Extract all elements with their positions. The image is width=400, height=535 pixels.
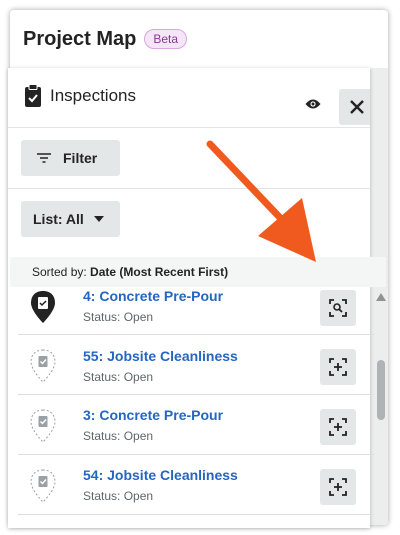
map-pin-outline-icon (30, 349, 56, 383)
zoom-to-location-button[interactable] (320, 290, 356, 326)
place-on-map-button[interactable] (320, 469, 356, 505)
filter-button-label: Filter (63, 150, 98, 166)
zoom-to-location-icon (329, 299, 347, 317)
inspection-title[interactable]: 4: Concrete Pre-Pour (83, 288, 223, 304)
close-button[interactable] (339, 89, 370, 125)
scrollbar-thumb[interactable] (377, 360, 385, 420)
filter-button[interactable]: Filter (21, 140, 120, 176)
filter-icon (37, 153, 51, 163)
place-on-map-icon (329, 418, 347, 436)
map-pin-outline-icon (30, 409, 56, 443)
list-dropdown-label: List: All (33, 211, 84, 227)
inspection-status: Status: Open (83, 489, 154, 503)
inspection-status: Status: Open (83, 310, 154, 324)
beta-badge: Beta (144, 29, 188, 49)
panel-title: Inspections (50, 86, 136, 105)
list-item[interactable]: 4: Concrete Pre-Pour Status: Open (18, 275, 374, 335)
list-item[interactable]: 54: Jobsite Cleanliness Status: Open (18, 455, 374, 515)
header: Project Map Beta (10, 10, 388, 68)
list-item[interactable]: 55: Jobsite Cleanliness Status: Open (18, 335, 374, 395)
inspection-title[interactable]: 3: Concrete Pre-Pour (83, 407, 223, 423)
scroll-up-icon[interactable] (376, 293, 386, 301)
panel-header: Inspections (8, 68, 370, 128)
place-on-map-icon (329, 478, 347, 496)
list-dropdown[interactable]: List: All (21, 201, 120, 237)
inspection-status: Status: Open (83, 370, 154, 384)
inspection-title[interactable]: 54: Jobsite Cleanliness (83, 467, 238, 483)
caret-down-icon (93, 216, 104, 222)
map-pin-outline-icon (30, 469, 56, 503)
page-title: Project Map (23, 27, 137, 50)
place-on-map-button[interactable] (320, 349, 356, 385)
inspection-status: Status: Open (83, 429, 154, 443)
inspection-title[interactable]: 55: Jobsite Cleanliness (83, 348, 238, 364)
clipboard-icon (25, 84, 41, 107)
eye-icon[interactable] (305, 98, 321, 110)
close-icon (350, 100, 364, 114)
list-item[interactable]: 3: Concrete Pre-Pour Status: Open (18, 395, 374, 455)
map-pin-active-icon (31, 291, 55, 323)
place-on-map-button[interactable] (320, 409, 356, 445)
place-on-map-icon (329, 358, 347, 376)
